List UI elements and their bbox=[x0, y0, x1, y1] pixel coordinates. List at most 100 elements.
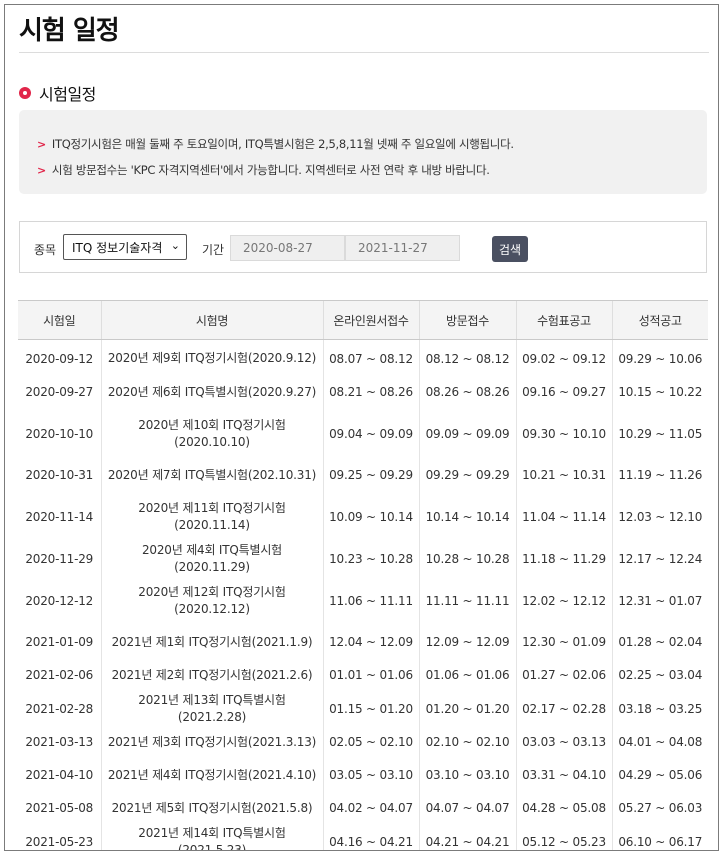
cell-date: 2020-10-10 bbox=[25, 426, 94, 441]
cell-visit: 01.06 ~ 01.06 bbox=[418, 659, 516, 692]
table-row: 2020-12-12 2020년 제12회 ITQ정기시험(2020.12.12… bbox=[18, 576, 708, 626]
cell-ticket: 03.03 ~ 03.13 bbox=[515, 726, 612, 759]
search-filter: 종목 ITQ 정보기술자격 ⌄ 기간 2020-08-27 2021-11-27… bbox=[19, 221, 707, 273]
cell-name: 2021년 제2회 ITQ정기시험(2021.2.6) bbox=[100, 659, 323, 692]
cell-name: 2020년 제10회 ITQ정기시험(2020.10.10) bbox=[100, 409, 323, 459]
cell-date: 2021-02-28 bbox=[25, 701, 94, 716]
cell-online: 02.05 ~ 02.10 bbox=[322, 726, 419, 759]
page-title: 시험 일정 bbox=[19, 16, 120, 46]
cell-date: 2020-11-29 bbox=[25, 551, 94, 566]
cell-ticket: 12.02 ~ 12.12 bbox=[515, 576, 612, 626]
cell-result: 09.29 ~ 10.06 bbox=[611, 339, 708, 376]
date-from-input[interactable]: 2020-08-27 bbox=[230, 235, 345, 261]
cell-date: 2020-10-31 bbox=[25, 468, 94, 482]
cell-visit: 11.11 ~ 11.11 bbox=[418, 576, 516, 626]
table-row: 2021-03-13 2021년 제3회 ITQ정기시험(2021.3.13) … bbox=[18, 726, 708, 759]
category-select-value: ITQ 정보기술자격 bbox=[72, 241, 163, 255]
cell-online: 04.16 ~ 04.21 bbox=[322, 825, 419, 850]
cell-result: 12.03 ~ 12.10 bbox=[611, 492, 708, 542]
table-row: 2020-10-10 2020년 제10회 ITQ정기시험(2020.10.10… bbox=[18, 409, 708, 459]
cell-ticket: 04.28 ~ 05.08 bbox=[515, 792, 612, 825]
cell-result: 03.18 ~ 03.25 bbox=[611, 692, 708, 726]
cell-date: 2020-11-14 bbox=[25, 509, 94, 524]
date-to-input[interactable]: 2021-11-27 bbox=[345, 235, 460, 261]
header-exam-name: 시험명 bbox=[100, 300, 323, 340]
notice-item: > ITQ정기시험은 매월 둘째 주 토요일이며, ITQ특별시험은 2,5,8… bbox=[37, 131, 707, 157]
cell-ticket: 09.30 ~ 10.10 bbox=[515, 409, 612, 459]
notice-text: 시험 방문접수는 'KPC 자격지역센터'에서 가능합니다. 지역센터로 사전 … bbox=[51, 163, 490, 177]
cell-name: 2020년 제9회 ITQ정기시험(2020.9.12) bbox=[100, 339, 323, 376]
table-row: 2020-09-12 2020년 제9회 ITQ정기시험(2020.9.12) … bbox=[18, 339, 708, 376]
cell-name: 2020년 제4회 ITQ특별시험(2020.11.29) bbox=[100, 542, 323, 576]
table-row: 2020-09-27 2020년 제6회 ITQ특별시험(2020.9.27) … bbox=[18, 376, 708, 409]
cell-result: 04.29 ~ 05.06 bbox=[611, 759, 708, 792]
cell-ticket: 10.21 ~ 10.31 bbox=[515, 459, 612, 492]
cell-online: 10.09 ~ 10.14 bbox=[322, 492, 419, 542]
cell-name: 2020년 제12회 ITQ정기시험(2020.12.12) bbox=[100, 576, 323, 626]
cell-name: 2020년 제7회 ITQ특별시험(202.10.31) bbox=[100, 459, 323, 492]
page-frame: 시험 일정 시험일정 > ITQ정기시험은 매월 둘째 주 토요일이며, ITQ… bbox=[4, 4, 719, 851]
cell-online: 11.06 ~ 11.11 bbox=[322, 576, 419, 626]
cell-name: 2021년 제5회 ITQ정기시험(2021.5.8) bbox=[100, 792, 323, 825]
category-select[interactable]: ITQ 정보기술자격 ⌄ bbox=[63, 234, 187, 260]
cell-visit: 08.12 ~ 08.12 bbox=[418, 339, 516, 376]
category-label: 종목 bbox=[34, 243, 57, 257]
chevron-right-icon: > bbox=[37, 163, 46, 177]
cell-ticket: 03.31 ~ 04.10 bbox=[515, 759, 612, 792]
notice-box: > ITQ정기시험은 매월 둘째 주 토요일이며, ITQ특별시험은 2,5,8… bbox=[19, 110, 707, 194]
cell-result: 02.25 ~ 03.04 bbox=[611, 659, 708, 692]
cell-date: 2021-04-10 bbox=[25, 768, 94, 782]
schedule-table: 시험일 시험명 온라인원서접수 방문접수 수험표공고 성적공고 2020-09-… bbox=[18, 300, 708, 850]
table-row: 2020-11-14 2020년 제11회 ITQ정기시험(2020.11.14… bbox=[18, 492, 708, 542]
cell-date: 2021-05-23 bbox=[25, 834, 94, 849]
cell-ticket: 09.16 ~ 09.27 bbox=[515, 376, 612, 409]
cell-ticket: 05.12 ~ 05.23 bbox=[515, 825, 612, 850]
header-result-notice: 성적공고 bbox=[611, 300, 708, 340]
cell-ticket: 12.30 ~ 01.09 bbox=[515, 626, 612, 659]
cell-visit: 04.07 ~ 04.07 bbox=[418, 792, 516, 825]
cell-online: 01.15 ~ 01.20 bbox=[322, 692, 419, 726]
cell-online: 08.21 ~ 08.26 bbox=[322, 376, 419, 409]
cell-visit: 09.29 ~ 09.29 bbox=[418, 459, 516, 492]
chevron-right-icon: > bbox=[37, 137, 46, 151]
cell-online: 09.25 ~ 09.29 bbox=[322, 459, 419, 492]
title-divider bbox=[19, 52, 709, 53]
cell-online: 01.01 ~ 01.06 bbox=[322, 659, 419, 692]
cell-result: 12.17 ~ 12.24 bbox=[611, 542, 708, 576]
cell-visit: 12.09 ~ 12.09 bbox=[418, 626, 516, 659]
cell-result: 06.10 ~ 06.17 bbox=[611, 825, 708, 850]
cell-name: 2020년 제11회 ITQ정기시험(2020.11.14) bbox=[100, 492, 323, 542]
table-row: 2021-05-08 2021년 제5회 ITQ정기시험(2021.5.8) 0… bbox=[18, 792, 708, 825]
table-row: 2021-05-23 2021년 제14회 ITQ특별시험(2021.5.23)… bbox=[18, 825, 708, 850]
table-row: 2021-01-09 2021년 제1회 ITQ정기시험(2021.1.9) 1… bbox=[18, 626, 708, 659]
cell-ticket: 01.27 ~ 02.06 bbox=[515, 659, 612, 692]
header-ticket-notice: 수험표공고 bbox=[515, 300, 612, 340]
cell-visit: 10.14 ~ 10.14 bbox=[418, 492, 516, 542]
period-label: 기간 bbox=[202, 243, 225, 257]
cell-date: 2021-01-09 bbox=[25, 635, 94, 649]
cell-online: 10.23 ~ 10.28 bbox=[322, 542, 419, 576]
cell-date: 2021-03-13 bbox=[25, 735, 94, 749]
cell-visit: 08.26 ~ 08.26 bbox=[418, 376, 516, 409]
header-online-apply: 온라인원서접수 bbox=[322, 300, 419, 340]
table-row: 2020-11-29 2020년 제4회 ITQ특별시험(2020.11.29)… bbox=[18, 542, 708, 576]
cell-result: 01.28 ~ 02.04 bbox=[611, 626, 708, 659]
bullet-circle-icon bbox=[19, 87, 31, 99]
table-row: 2020-10-31 2020년 제7회 ITQ특별시험(202.10.31) … bbox=[18, 459, 708, 492]
cell-visit: 09.09 ~ 09.09 bbox=[418, 409, 516, 459]
cell-date: 2020-12-12 bbox=[25, 593, 94, 608]
header-visit-apply: 방문접수 bbox=[418, 300, 516, 340]
cell-online: 12.04 ~ 12.09 bbox=[322, 626, 419, 659]
cell-visit: 01.20 ~ 01.20 bbox=[418, 692, 516, 726]
notice-text: ITQ정기시험은 매월 둘째 주 토요일이며, ITQ특별시험은 2,5,8,1… bbox=[51, 137, 514, 151]
cell-date: 2021-02-06 bbox=[25, 668, 94, 682]
cell-name: 2021년 제1회 ITQ정기시험(2021.1.9) bbox=[100, 626, 323, 659]
cell-date: 2021-05-08 bbox=[25, 801, 94, 815]
table-row: 2021-02-28 2021년 제13회 ITQ특별시험(2021.2.28)… bbox=[18, 692, 708, 726]
search-button[interactable]: 검색 bbox=[492, 236, 528, 262]
cell-name: 2021년 제4회 ITQ정기시험(2021.4.10) bbox=[100, 759, 323, 792]
cell-date: 2020-09-27 bbox=[25, 385, 94, 399]
cell-online: 08.07 ~ 08.12 bbox=[322, 339, 419, 376]
cell-online: 09.04 ~ 09.09 bbox=[322, 409, 419, 459]
cell-result: 10.15 ~ 10.22 bbox=[611, 376, 708, 409]
